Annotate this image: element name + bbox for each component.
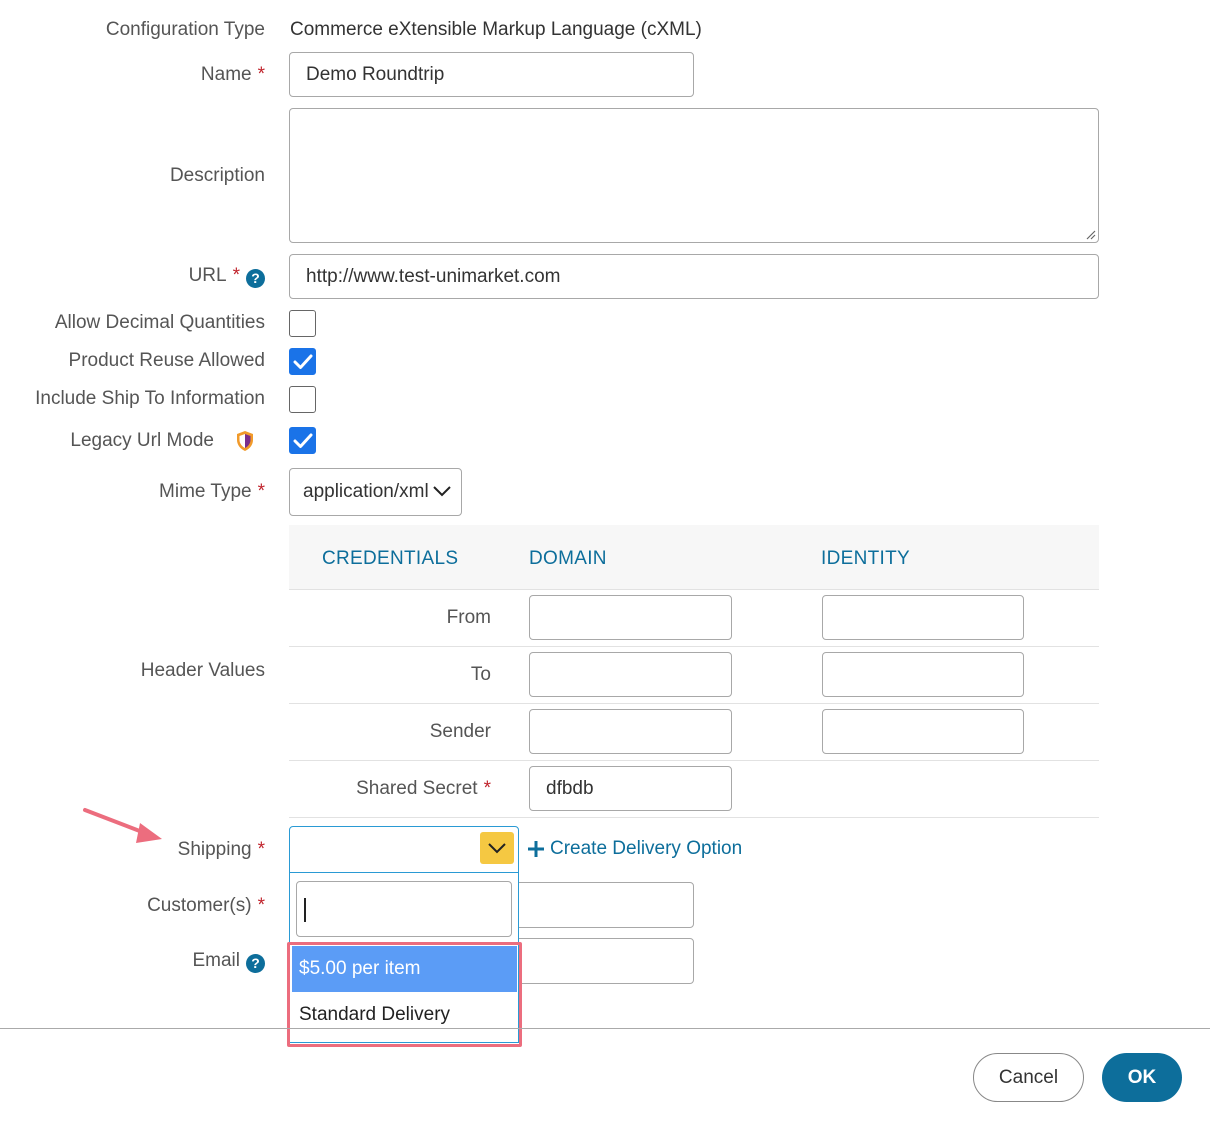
checkmark-icon [293, 354, 313, 369]
product-reuse-checkbox[interactable] [289, 348, 316, 375]
ok-button[interactable]: OK [1102, 1053, 1182, 1102]
legacy-url-label: Legacy Url Mode [70, 430, 214, 451]
shipping-dropdown-toggle[interactable] [480, 832, 514, 864]
help-icon[interactable]: ? [246, 269, 265, 288]
url-input[interactable]: http://www.test-unimarket.com [289, 254, 1099, 299]
identity-column-header: IDENTITY [821, 548, 910, 569]
create-delivery-option-label: Create Delivery Option [550, 838, 743, 859]
from-domain-input[interactable] [529, 595, 732, 640]
allow-decimal-checkbox[interactable] [289, 310, 316, 337]
to-label: To [470, 664, 491, 685]
shipping-select[interactable] [289, 826, 519, 873]
required-marker: * [257, 64, 265, 85]
help-icon[interactable]: ? [246, 954, 265, 973]
sender-domain-input[interactable] [529, 709, 732, 754]
shipping-search-input[interactable] [296, 881, 512, 937]
product-reuse-label: Product Reuse Allowed [68, 350, 265, 371]
description-textarea[interactable] [289, 108, 1099, 243]
legacy-url-checkbox[interactable] [289, 427, 316, 454]
sender-identity-input[interactable] [822, 709, 1024, 754]
divider [289, 646, 1099, 647]
include-ship-to-checkbox[interactable] [289, 386, 316, 413]
divider [289, 760, 1099, 761]
required-marker: * [257, 895, 265, 916]
configuration-type-label: Configuration Type [105, 19, 265, 40]
shared-secret-input[interactable]: dfbdb [529, 766, 732, 811]
mime-type-select[interactable]: application/xml [289, 468, 462, 516]
divider [289, 589, 1099, 590]
domain-column-header: DOMAIN [529, 548, 607, 569]
name-label: Name * [200, 64, 265, 85]
from-identity-input[interactable] [822, 595, 1024, 640]
shared-secret-value: dfbdb [546, 777, 594, 799]
required-marker: * [232, 265, 240, 286]
header-values-label: Header Values [140, 660, 265, 681]
description-label: Description [169, 165, 265, 186]
customers-label: Customer(s) * [147, 895, 265, 916]
divider [289, 703, 1099, 704]
shipping-label: Shipping * [177, 839, 265, 860]
name-input-value: Demo Roundtrip [306, 63, 445, 85]
annotation-highlight-box [287, 942, 522, 1047]
checkmark-icon [293, 433, 313, 448]
sender-label: Sender [429, 721, 491, 742]
url-input-value: http://www.test-unimarket.com [306, 265, 561, 287]
shield-icon [237, 431, 253, 451]
mime-type-label: Mime Type * [159, 481, 265, 502]
credentials-column-header: CREDENTIALS [322, 548, 459, 569]
create-delivery-option-link[interactable]: Create Delivery Option [527, 838, 742, 860]
shared-secret-label: Shared Secret * [356, 778, 491, 799]
required-marker: * [483, 778, 491, 799]
chevron-down-icon [488, 843, 506, 854]
annotation-arrow-icon [83, 808, 162, 843]
required-marker: * [257, 481, 265, 502]
resize-handle-icon[interactable] [1084, 228, 1096, 240]
to-identity-input[interactable] [822, 652, 1024, 697]
from-label: From [446, 607, 491, 628]
mime-type-value: application/xml [303, 481, 429, 502]
include-ship-to-label: Include Ship To Information [35, 388, 265, 409]
configuration-type-value: Commerce eXtensible Markup Language (cXM… [290, 19, 702, 40]
cancel-button[interactable]: Cancel [973, 1053, 1084, 1102]
url-label: URL *? [189, 265, 265, 288]
email-label: Email? [192, 950, 265, 973]
required-marker: * [257, 839, 265, 860]
name-input[interactable]: Demo Roundtrip [289, 52, 694, 97]
to-domain-input[interactable] [529, 652, 732, 697]
allow-decimal-label: Allow Decimal Quantities [54, 312, 265, 333]
text-cursor [304, 898, 306, 922]
divider [289, 817, 1099, 818]
footer-divider [0, 1028, 1210, 1029]
plus-icon [528, 841, 544, 857]
chevron-down-icon [433, 486, 451, 497]
